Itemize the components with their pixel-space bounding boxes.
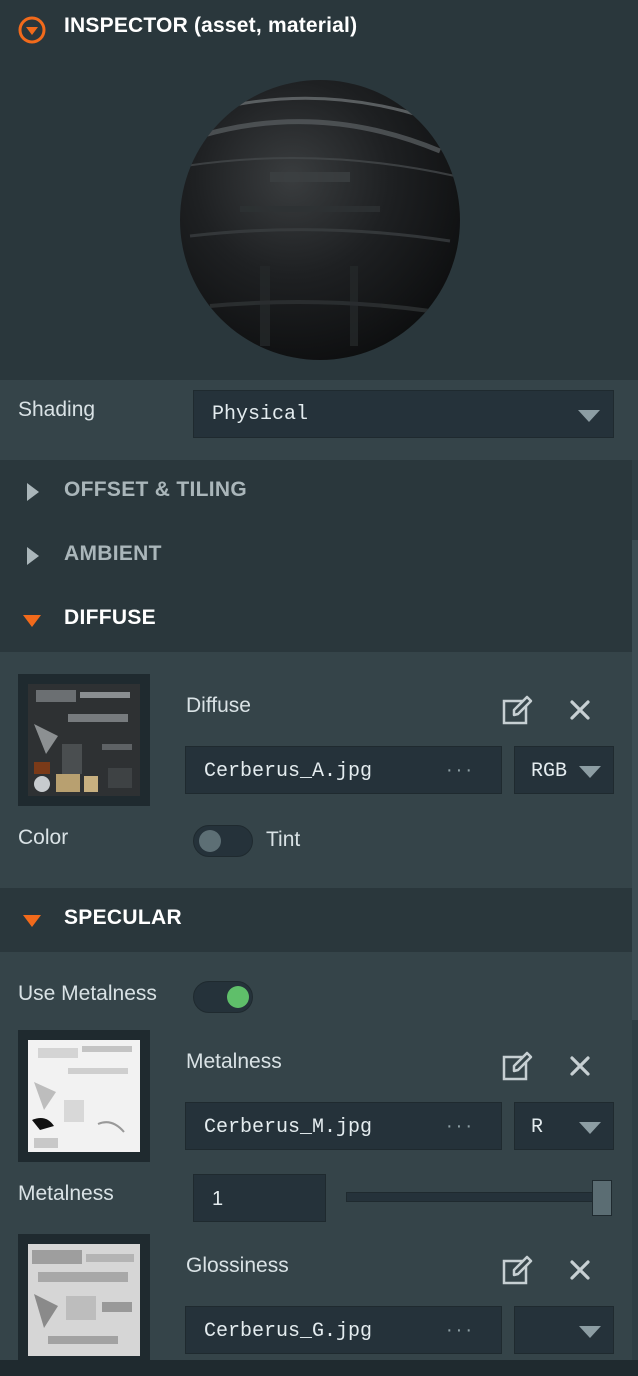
diffuse-channel-value: RGB: [531, 760, 568, 783]
edit-icon[interactable]: [500, 1049, 534, 1083]
caret-down-icon: [578, 410, 600, 422]
section-diffuse-title: DIFFUSE: [64, 606, 156, 629]
glossiness-thumbnail[interactable]: [18, 1234, 150, 1366]
metalness-thumbnail[interactable]: [18, 1030, 150, 1162]
shading-select-value: Physical: [212, 403, 309, 426]
close-icon[interactable]: [563, 1049, 597, 1083]
section-offset-tiling[interactable]: OFFSET & TILING: [0, 470, 638, 512]
use-metalness-label: Use Metalness: [18, 982, 157, 1005]
edit-icon[interactable]: [500, 693, 534, 727]
use-metalness-toggle[interactable]: [193, 981, 253, 1013]
metalness-map-label: Metalness: [186, 1050, 282, 1073]
section-diffuse[interactable]: DIFFUSE: [0, 598, 638, 640]
metalness-number-input[interactable]: 1: [193, 1174, 326, 1222]
ellipsis-icon[interactable]: ···: [446, 1319, 475, 1342]
section-ambient-title: AMBIENT: [64, 542, 162, 565]
metalness-file-field[interactable]: Cerberus_M.jpg ···: [185, 1102, 502, 1150]
caret-right-icon: [27, 547, 39, 565]
material-preview-sphere: [180, 80, 460, 360]
glossiness-texture-preview: [28, 1244, 140, 1356]
glossiness-channel-select[interactable]: [514, 1306, 614, 1354]
metalness-number-value: 1: [212, 1188, 224, 1210]
metalness-slider-handle[interactable]: [592, 1180, 612, 1216]
metalness-file-name: Cerberus_M.jpg: [204, 1116, 373, 1139]
section-offset-tiling-title: OFFSET & TILING: [64, 478, 247, 501]
metalness-channel-value: R: [531, 1116, 544, 1139]
glossiness-file-field[interactable]: Cerberus_G.jpg ···: [185, 1306, 502, 1354]
diffuse-file-field[interactable]: Cerberus_A.jpg ···: [185, 746, 502, 794]
ellipsis-icon[interactable]: ···: [446, 759, 475, 782]
caret-down-icon: [23, 615, 41, 627]
edit-icon[interactable]: [500, 1253, 534, 1287]
caret-right-icon: [27, 483, 39, 501]
diffuse-file-name: Cerberus_A.jpg: [204, 760, 373, 783]
tint-toggle[interactable]: [193, 825, 253, 857]
section-specular[interactable]: SPECULAR: [0, 888, 638, 952]
diffuse-color-label: Color: [18, 826, 69, 849]
shading-select[interactable]: Physical: [193, 390, 614, 438]
inspector-title: INSPECTOR (asset, material): [64, 14, 358, 37]
diffuse-channel-select[interactable]: RGB: [514, 746, 614, 794]
glossiness-map-label: Glossiness: [186, 1254, 289, 1277]
ellipsis-icon[interactable]: ···: [446, 1115, 475, 1138]
collapse-circle-icon[interactable]: [18, 16, 46, 44]
section-specular-title: SPECULAR: [64, 906, 182, 929]
caret-down-icon: [23, 915, 41, 927]
inspector-header: INSPECTOR (asset, material): [0, 0, 638, 56]
caret-down-icon: [579, 1122, 601, 1134]
shading-label: Shading: [18, 398, 96, 421]
section-ambient[interactable]: AMBIENT: [0, 534, 638, 576]
glossiness-file-name: Cerberus_G.jpg: [204, 1320, 373, 1343]
metalness-channel-select[interactable]: R: [514, 1102, 614, 1150]
tint-toggle-knob: [199, 830, 221, 852]
bottom-bar: [0, 1360, 638, 1376]
metalness-texture-preview: [28, 1040, 140, 1152]
diffuse-map-label: Diffuse: [186, 694, 251, 717]
metalness-value-label: Metalness: [18, 1182, 114, 1205]
scrollbar-track[interactable]: [632, 460, 638, 1360]
diffuse-texture-preview: [28, 684, 140, 796]
metalness-slider-track[interactable]: [346, 1192, 610, 1202]
tint-label: Tint: [266, 828, 301, 851]
caret-down-icon: [579, 766, 601, 778]
use-metalness-toggle-knob: [227, 986, 249, 1008]
close-icon[interactable]: [563, 693, 597, 727]
material-preview: [0, 56, 638, 380]
diffuse-thumbnail[interactable]: [18, 674, 150, 806]
scrollbar-thumb[interactable]: [632, 540, 638, 1020]
close-icon[interactable]: [563, 1253, 597, 1287]
caret-down-icon: [579, 1326, 601, 1338]
